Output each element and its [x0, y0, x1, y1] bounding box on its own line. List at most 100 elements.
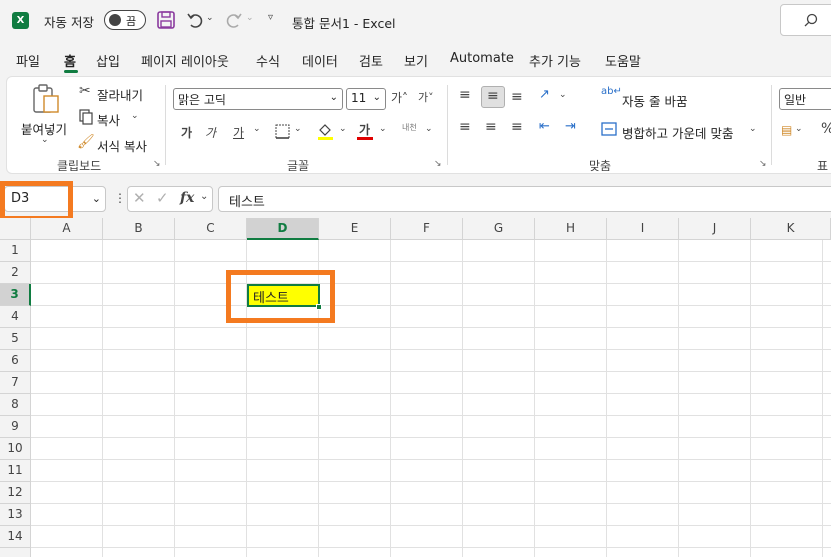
column-header-k[interactable]: K — [751, 218, 831, 240]
search-button[interactable] — [780, 4, 831, 36]
worksheet-grid[interactable]: A B C D E F G H I J K 1 2 3 4 5 6 7 8 9 … — [0, 218, 831, 557]
row-header-12[interactable]: 12 — [0, 482, 31, 504]
column-header-i[interactable]: I — [607, 218, 679, 240]
accounting-format-icon[interactable]: ▤ — [781, 123, 792, 137]
grid-line — [31, 283, 831, 284]
column-header-h[interactable]: H — [535, 218, 607, 240]
phonetic-dropdown-icon[interactable]: ⌄ — [425, 124, 433, 134]
row-header-14[interactable]: 14 — [0, 526, 31, 548]
tab-review[interactable]: 검토 — [359, 51, 383, 70]
orientation-dropdown-icon[interactable]: ⌄ — [559, 90, 567, 100]
decrease-indent-icon[interactable]: ⇤ — [539, 119, 550, 134]
enter-icon[interactable]: ✓ — [156, 189, 169, 207]
row-header-3[interactable]: 3 — [0, 284, 31, 306]
border-dropdown-icon[interactable]: ⌄ — [294, 124, 302, 134]
paste-dropdown-icon[interactable]: ⌄ — [41, 135, 49, 145]
tab-automate[interactable]: Automate — [450, 51, 514, 66]
font-size-select[interactable]: 11 ⌄ — [346, 88, 386, 110]
increase-font-size-icon[interactable]: 가˄ — [391, 89, 408, 106]
row-header-6[interactable]: 6 — [0, 350, 31, 372]
tab-insert[interactable]: 삽입 — [96, 51, 120, 70]
customize-qat-icon[interactable]: ▿ — [268, 12, 273, 23]
column-header-d[interactable]: D — [247, 218, 319, 240]
row-header-2[interactable]: 2 — [0, 262, 31, 284]
select-all-corner[interactable] — [0, 218, 31, 240]
tab-add-ins[interactable]: 추가 기능 — [529, 51, 581, 70]
redo-icon[interactable] — [224, 10, 244, 30]
underline-dropdown-icon[interactable]: ⌄ — [253, 124, 261, 134]
row-header-11[interactable]: 11 — [0, 460, 31, 482]
phonetic-guide-icon[interactable]: 내천 — [402, 122, 417, 133]
merge-dropdown-icon[interactable]: ⌄ — [749, 124, 757, 134]
undo-dropdown-icon[interactable]: ⌄ — [206, 13, 214, 23]
clipboard-launcher-icon[interactable]: ↘ — [153, 159, 161, 169]
redo-dropdown-icon[interactable]: ⌄ — [246, 13, 254, 23]
insert-function-icon[interactable]: fx — [180, 190, 194, 206]
wrap-text-button[interactable]: 자동 줄 바꿈 — [622, 91, 687, 110]
group-separator — [165, 85, 166, 165]
tab-file[interactable]: 파일 — [16, 51, 40, 70]
column-header-c[interactable]: C — [175, 218, 247, 240]
orientation-icon[interactable]: ↗ — [539, 87, 550, 102]
row-header-7[interactable]: 7 — [0, 372, 31, 394]
more-options-icon[interactable]: ⋮ — [114, 191, 126, 205]
italic-icon[interactable]: 가 — [205, 124, 216, 141]
alignment-launcher-icon[interactable]: ↘ — [759, 159, 767, 169]
row-header-10[interactable]: 10 — [0, 438, 31, 460]
top-align-icon[interactable]: ≡ — [459, 87, 471, 103]
row-header-8[interactable]: 8 — [0, 394, 31, 416]
row-header-15[interactable] — [0, 548, 31, 557]
border-icon[interactable] — [275, 124, 290, 139]
number-format-select[interactable]: 일반 — [779, 88, 831, 110]
column-header-a[interactable]: A — [31, 218, 103, 240]
align-right-icon[interactable]: ≡ — [511, 119, 523, 135]
undo-icon[interactable] — [185, 10, 205, 30]
row-header-1[interactable]: 1 — [0, 240, 31, 262]
copy-button[interactable]: 복사 — [97, 110, 120, 129]
middle-align-button[interactable]: ≡ — [481, 86, 505, 108]
active-tab-indicator — [64, 70, 78, 73]
cut-button[interactable]: 잘라내기 — [97, 85, 143, 104]
fill-color-dropdown-icon[interactable]: ⌄ — [339, 124, 347, 134]
save-icon[interactable] — [156, 10, 176, 30]
column-header-f[interactable]: F — [391, 218, 463, 240]
font-launcher-icon[interactable]: ↘ — [434, 159, 442, 169]
accounting-dropdown-icon[interactable]: ⌄ — [795, 124, 803, 134]
font-color-icon[interactable]: 가 — [359, 121, 370, 138]
column-header-g[interactable]: G — [463, 218, 535, 240]
font-color-dropdown-icon[interactable]: ⌄ — [379, 124, 387, 134]
formula-input[interactable]: 테스트 — [218, 186, 831, 212]
fill-color-icon[interactable] — [317, 122, 334, 140]
align-center-icon[interactable]: ≡ — [485, 119, 497, 135]
autosave-label: 자동 저장 — [44, 15, 94, 30]
row-header-4[interactable]: 4 — [0, 306, 31, 328]
copy-dropdown-icon[interactable]: ⌄ — [131, 111, 139, 121]
row-header-5[interactable]: 5 — [0, 328, 31, 350]
font-name-select[interactable]: 맑은 고딕 ⌄ — [173, 88, 343, 110]
tab-view[interactable]: 보기 — [404, 51, 428, 70]
row-header-13[interactable]: 13 — [0, 504, 31, 526]
tab-page-layout[interactable]: 페이지 레이아웃 — [141, 51, 229, 70]
paste-icon[interactable] — [31, 83, 61, 115]
cancel-icon[interactable]: ✕ — [133, 189, 146, 207]
grid-line — [31, 393, 831, 394]
tab-help[interactable]: 도움말 — [605, 51, 641, 70]
bottom-align-icon[interactable]: ≡ — [511, 89, 523, 105]
decrease-font-size-icon[interactable]: 가˅ — [418, 89, 434, 105]
merge-center-button[interactable]: 병합하고 가운데 맞춤 — [622, 123, 733, 142]
chevron-down-icon[interactable]: ⌄ — [200, 191, 208, 202]
autosave-toggle[interactable]: 끔 — [104, 10, 146, 30]
tab-home[interactable]: 홈 — [64, 51, 76, 70]
tab-formulas[interactable]: 수식 — [256, 51, 280, 70]
tab-data[interactable]: 데이터 — [302, 51, 338, 70]
bold-icon[interactable]: 가 — [181, 124, 192, 141]
column-header-j[interactable]: J — [679, 218, 751, 240]
align-left-icon[interactable]: ≡ — [459, 119, 471, 135]
percent-style-icon[interactable]: % — [821, 121, 831, 137]
underline-icon[interactable]: 가 — [233, 124, 244, 141]
column-header-b[interactable]: B — [103, 218, 175, 240]
column-header-e[interactable]: E — [319, 218, 391, 240]
row-header-9[interactable]: 9 — [0, 416, 31, 438]
increase-indent-icon[interactable]: ⇥ — [565, 119, 576, 134]
format-painter-button[interactable]: 서식 복사 — [97, 136, 147, 155]
